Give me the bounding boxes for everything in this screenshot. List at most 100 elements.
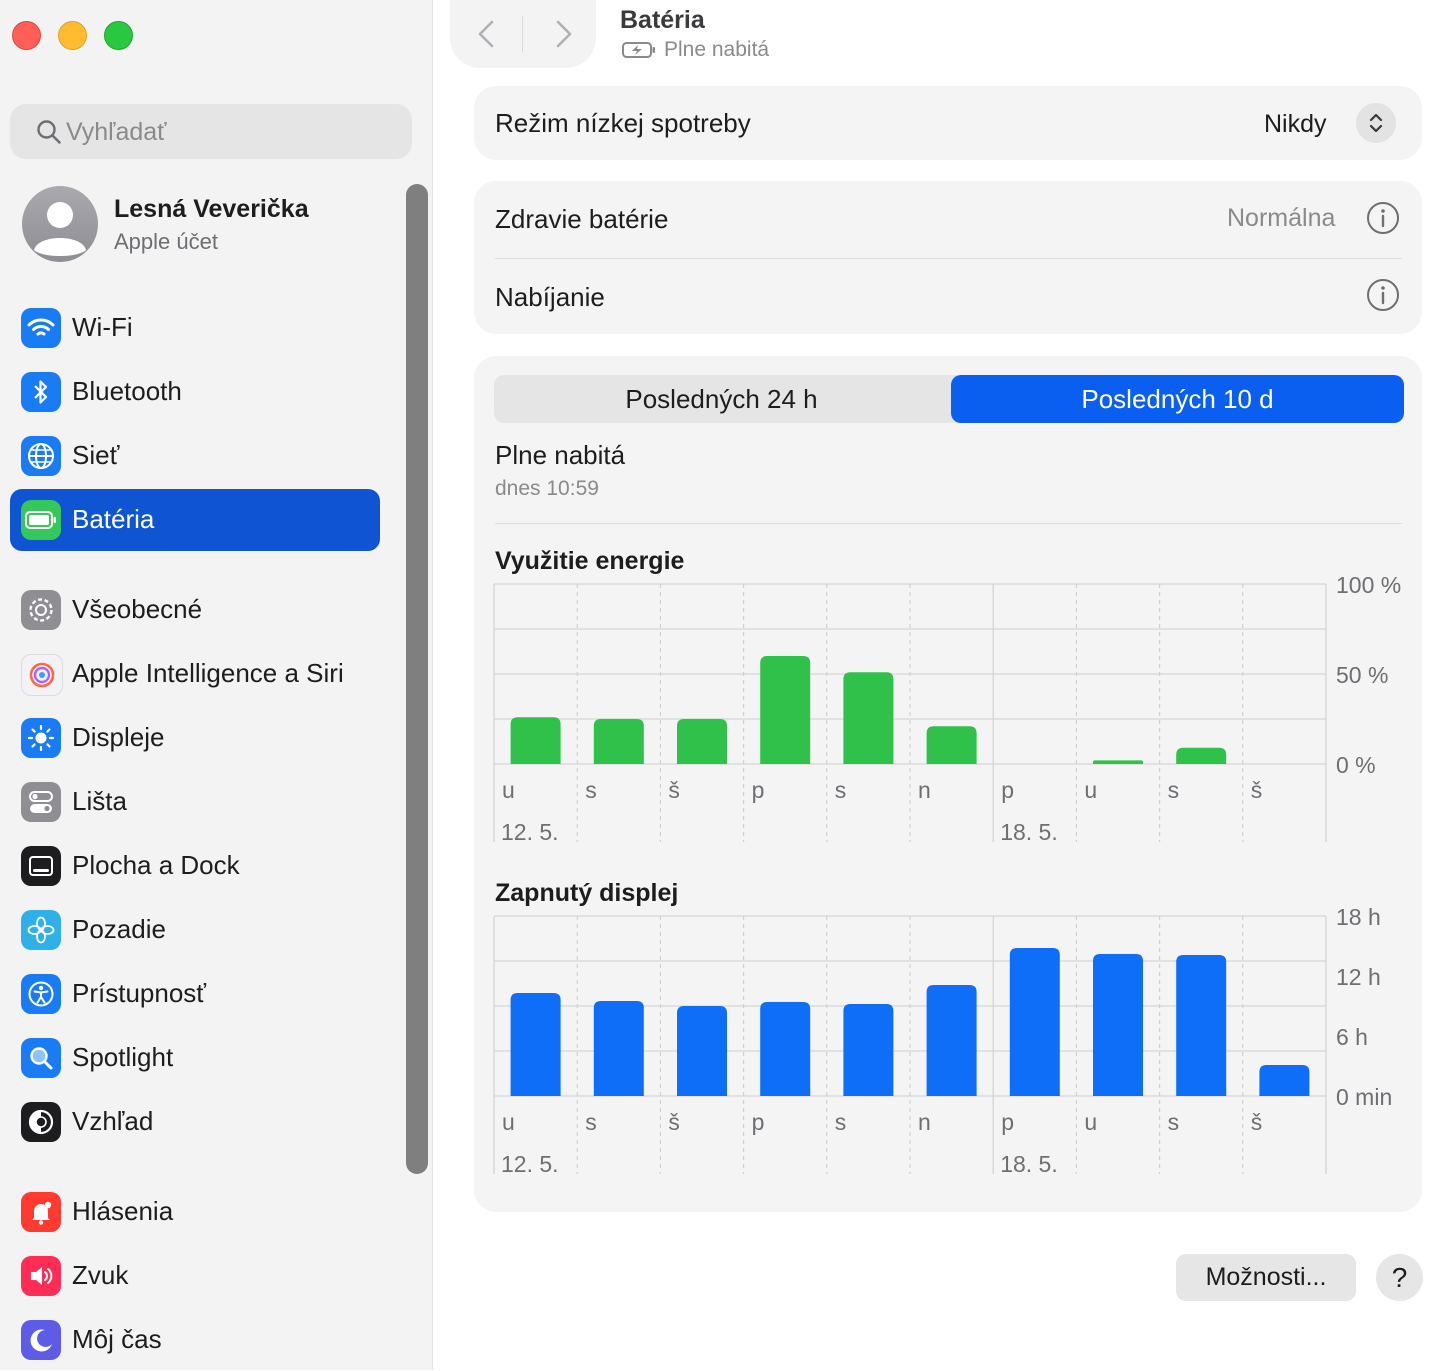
navigation-buttons [450,0,596,68]
account-name: Lesná Veverička [114,195,309,223]
hourglass-moon-icon [21,1320,61,1360]
sidebar-item-apple-intelligence[interactable]: Apple Intelligence a Siri [10,643,380,705]
sidebar-item-label: Hlásenia [72,1196,174,1226]
sidebar-item-label: Zvuk [72,1260,129,1290]
x-tick-label: š [1251,1109,1263,1135]
nav-separator [522,16,523,52]
sidebar-item-network[interactable]: Sieť [10,425,380,487]
close-window-button[interactable] [12,21,41,50]
sidebar-item-sound[interactable]: Zvuk [10,1245,380,1307]
globe-icon [21,436,61,476]
date-label: 18. 5. [1000,1151,1058,1177]
sidebar-item-wallpaper[interactable]: Pozadie [10,899,380,961]
chevron-right-icon[interactable] [546,18,578,50]
bar-4[interactable] [843,672,894,764]
bar-3[interactable] [760,656,811,764]
minimize-window-button[interactable] [58,21,87,50]
x-tick-label: s [585,1109,597,1135]
bar-5[interactable] [926,985,977,1096]
sidebar-item-bluetooth[interactable]: Bluetooth [10,361,380,423]
sidebar-item-displays[interactable]: Displeje [10,707,380,769]
y-tick-label: 12 h [1336,964,1381,990]
bar-4[interactable] [843,1004,894,1096]
search-placeholder: Vyhľadať [66,118,167,146]
sidebar-item-accessibility[interactable]: Prístupnosť [10,963,380,1025]
x-tick-label: s [835,777,847,803]
x-tick-label: š [668,777,680,803]
x-tick-label: n [918,777,931,803]
x-tick-label: p [752,777,765,803]
wifi-icon [21,308,61,348]
bar-8[interactable] [1176,955,1227,1096]
magnifier-icon [21,1038,61,1078]
flower-icon [21,910,61,950]
sidebar-item-appearance[interactable]: Vzhľad [10,1091,380,1153]
bell-icon [21,1192,61,1232]
bar-7[interactable] [1093,760,1143,764]
bar-2[interactable] [677,1006,727,1096]
sidebar-scrollbar[interactable] [406,184,428,1174]
battery-icon [21,500,61,540]
sidebar-item-label: Sieť [72,440,120,470]
bar-6[interactable] [1009,948,1060,1096]
charge-status-time: dnes 10:59 [495,477,599,500]
dock-icon [21,846,61,886]
x-tick-label: s [1168,777,1180,803]
bar-0[interactable] [510,993,561,1096]
sidebar-item-desktop-dock[interactable]: Plocha a Dock [10,835,380,897]
y-tick-label: 50 % [1336,662,1388,688]
bar-2[interactable] [677,719,727,764]
date-label: 12. 5. [501,819,559,845]
sidebar: Vyhľadať Lesná Veverička Apple účet Wi-F… [0,0,433,1370]
options-button[interactable]: Možnosti... [1176,1254,1356,1301]
screen-on-chart-title: Zapnutý displej [495,879,679,907]
sidebar-item-wifi[interactable]: Wi-Fi [10,297,380,359]
sidebar-item-battery[interactable]: Batéria [10,489,380,551]
x-tick-label: s [585,777,597,803]
screen-on-chart: 18 h 12 h 6 h 0 min u s š p s n p u s š 12. 5. 18. 5. [493,904,1392,1177]
bar-3[interactable] [760,1002,811,1096]
chevron-left-icon[interactable] [472,18,504,50]
x-tick-label: p [1001,777,1014,803]
bar-1[interactable] [593,1001,644,1096]
sidebar-item-notifications[interactable]: Hlásenia [10,1181,380,1243]
sidebar-item-general[interactable]: Všeobecné [10,579,380,641]
sidebar-item-screen-time[interactable]: Môj čas [10,1309,380,1371]
battery-charging-icon [622,42,655,58]
sidebar-item-label: Prístupnosť [72,978,207,1008]
scroll-thumb[interactable] [406,184,428,1174]
bar-9[interactable] [1259,1065,1310,1096]
sidebar-item-label: Lišta [72,786,127,816]
tab-last-10d[interactable]: Posledných 10 d [951,375,1404,423]
bar-5[interactable] [926,726,977,764]
sidebar-item-label: Wi-Fi [72,312,133,342]
chevron-updown-icon [1369,113,1383,133]
bar-8[interactable] [1176,747,1227,764]
account-subtitle: Apple účet [114,229,218,254]
apple-account[interactable]: Lesná Veverička Apple účet [22,186,402,266]
page-subtitle: Plne nabitá [664,38,770,61]
charging-info-icon[interactable] [1366,278,1400,312]
low-power-value[interactable]: Nikdy [1264,110,1327,139]
search-field[interactable]: Vyhľadať [10,104,412,159]
y-tick-label: 18 h [1336,904,1381,930]
bar-7[interactable] [1093,954,1143,1096]
x-tick-label: n [918,1109,931,1135]
tab-last-24h[interactable]: Posledných 24 h [494,375,949,423]
bar-0[interactable] [510,717,561,764]
x-tick-label: p [752,1109,765,1135]
bar-1[interactable] [593,719,644,764]
date-label: 12. 5. [501,1151,559,1177]
health-info-icon[interactable] [1366,201,1400,235]
sidebar-item-menu-bar[interactable]: Lišta [10,771,380,833]
x-tick-label: š [668,1109,680,1135]
sidebar-item-label: Apple Intelligence a Siri [72,658,344,688]
x-tick-label: š [1251,777,1263,803]
y-tick-label: 6 h [1336,1024,1368,1050]
sidebar-item-spotlight[interactable]: Spotlight [10,1027,380,1089]
low-power-popup-button[interactable] [1356,103,1396,143]
bluetooth-icon [21,372,61,412]
zoom-window-button[interactable] [104,21,133,50]
help-button[interactable]: ? [1376,1254,1423,1301]
sidebar-item-label: Vzhľad [72,1106,154,1136]
